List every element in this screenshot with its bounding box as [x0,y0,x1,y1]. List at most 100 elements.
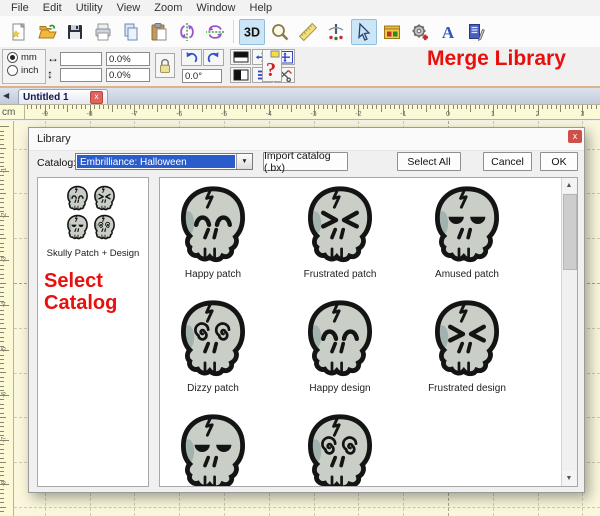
help-button[interactable]: ? [262,49,282,82]
menu-bar: FileEditUtilityViewZoomWindowHelp [0,0,600,16]
library-icon [382,22,402,42]
flip-vertical-icon [205,22,225,42]
rotation-input[interactable] [182,69,222,83]
catalog-dropdown[interactable]: Embrilliance: Halloween ▼ [75,153,253,170]
flip-vertical-button[interactable] [202,19,228,45]
open-file-button[interactable] [34,19,60,45]
unit-selector: mm inch [2,49,46,84]
skull-graphic-dizzy [91,214,118,240]
catalog-selected-value: Embrilliance: Halloween [77,155,235,168]
help-icon: ? [263,50,281,81]
svg-text:3D: 3D [244,25,260,39]
menu-item-file[interactable]: File [4,1,36,15]
catalog-sidebar: Skully Patch + Design [37,177,149,487]
skull-graphic-frustrated [91,185,118,211]
mini-skull-happy [64,185,91,214]
flip-horizontal-button[interactable] [174,19,200,45]
menu-item-edit[interactable]: Edit [36,1,69,15]
unit-mm-radio[interactable]: mm [3,50,45,63]
menu-item-view[interactable]: View [110,1,148,15]
view-3d-button[interactable]: 3D [239,19,265,45]
preview-left-button[interactable] [230,67,251,83]
library-item[interactable]: Frustrated patch [275,184,405,280]
redo-button[interactable] [203,49,224,66]
sidebar-item-skully[interactable]: Skully Patch + Design [38,185,148,259]
preview-left-icon [232,68,250,82]
scroll-down-icon[interactable]: ▼ [562,471,576,486]
library-item[interactable]: Happy patch [159,184,278,280]
skull-graphic-happy [171,184,255,264]
library-item[interactable] [159,412,278,487]
application-window: FileEditUtilityViewZoomWindowHelp 3D A mm… [0,0,600,516]
measure-button[interactable] [295,19,321,45]
tab-close-button[interactable]: x [90,91,103,104]
zoom-button[interactable] [267,19,293,45]
mini-skull-dizzy [91,214,118,243]
width-arrows-icon: ↔ [47,51,59,65]
lettering-button[interactable]: A [435,19,461,45]
preview-top-icon [232,50,250,64]
library-button[interactable] [379,19,405,45]
menu-item-window[interactable]: Window [189,1,242,15]
chevron-down-icon[interactable]: ▼ [236,154,252,169]
merge-library-button[interactable] [407,19,433,45]
select-pointer-button[interactable] [351,19,377,45]
ruler-unit-label: cm [0,104,25,120]
radio-inch-icon[interactable] [7,65,18,76]
save-button[interactable] [62,19,88,45]
merge-library-icon [410,22,430,42]
preview-top-button[interactable] [230,49,251,65]
ok-button[interactable]: OK [540,152,578,171]
dialog-title-bar[interactable]: Library [29,128,584,151]
cancel-button[interactable]: Cancel [483,152,532,171]
scrollbar-thumb[interactable] [563,194,577,270]
library-item[interactable]: Dizzy patch [159,298,278,394]
flip-horizontal-icon [177,22,197,42]
aspect-lock-button[interactable] [155,53,175,78]
new-file-button[interactable] [6,19,32,45]
notes-button[interactable] [463,19,489,45]
tab-scroll-left-icon[interactable]: ◀ [3,91,9,100]
library-item[interactable] [275,412,405,487]
scrollbar-vertical[interactable]: ▲ ▼ [561,178,577,486]
unit-inch-radio[interactable]: inch [3,63,45,76]
undo-icon [184,51,199,64]
catalog-label: Catalog: [37,157,76,169]
skull-graphic-amused [64,214,91,240]
library-item-label: Dizzy patch [159,383,278,394]
new-file-icon [9,22,29,42]
library-item-label: Happy design [275,383,405,394]
paste-button[interactable] [146,19,172,45]
skull-graphic-happy [298,298,382,378]
scroll-up-icon[interactable]: ▲ [562,178,576,193]
copy-button[interactable] [118,19,144,45]
stitch-simulator-button[interactable] [323,19,349,45]
library-item[interactable]: Frustrated design [402,298,532,394]
library-item[interactable]: Happy design [275,298,405,394]
tab-bar: ◀ Untitled 1 x [0,88,600,104]
radio-mm-icon[interactable] [7,52,18,63]
width-percent-input[interactable] [106,52,150,66]
skull-graphic-dizzy [298,412,382,487]
select-pointer-icon [354,22,374,42]
library-item-label: Amused patch [402,269,532,280]
height-percent-input[interactable] [106,68,150,82]
menu-item-utility[interactable]: Utility [69,1,110,15]
height-input[interactable] [60,68,102,82]
skull-graphic-amused [171,412,255,487]
print-button[interactable] [90,19,116,45]
select-all-button[interactable]: Select All [397,152,461,171]
library-item[interactable]: Amused patch [402,184,532,280]
undo-button[interactable] [181,49,202,66]
dialog-close-button[interactable]: x [568,130,582,143]
menu-item-zoom[interactable]: Zoom [147,1,189,15]
height-arrows-icon: ↕ [47,67,53,81]
mini-skull-frustrated [91,185,118,214]
properties-toolbar: mm inch ↔ ↕ [0,47,600,88]
import-catalog-button[interactable]: Import catalog (.bx) [263,152,348,171]
tab-untitled-1[interactable]: Untitled 1 x [18,89,108,104]
width-input[interactable] [60,52,102,66]
paste-icon [149,22,169,42]
skull-graphic-frustrated [298,184,382,264]
menu-item-help[interactable]: Help [243,1,280,15]
